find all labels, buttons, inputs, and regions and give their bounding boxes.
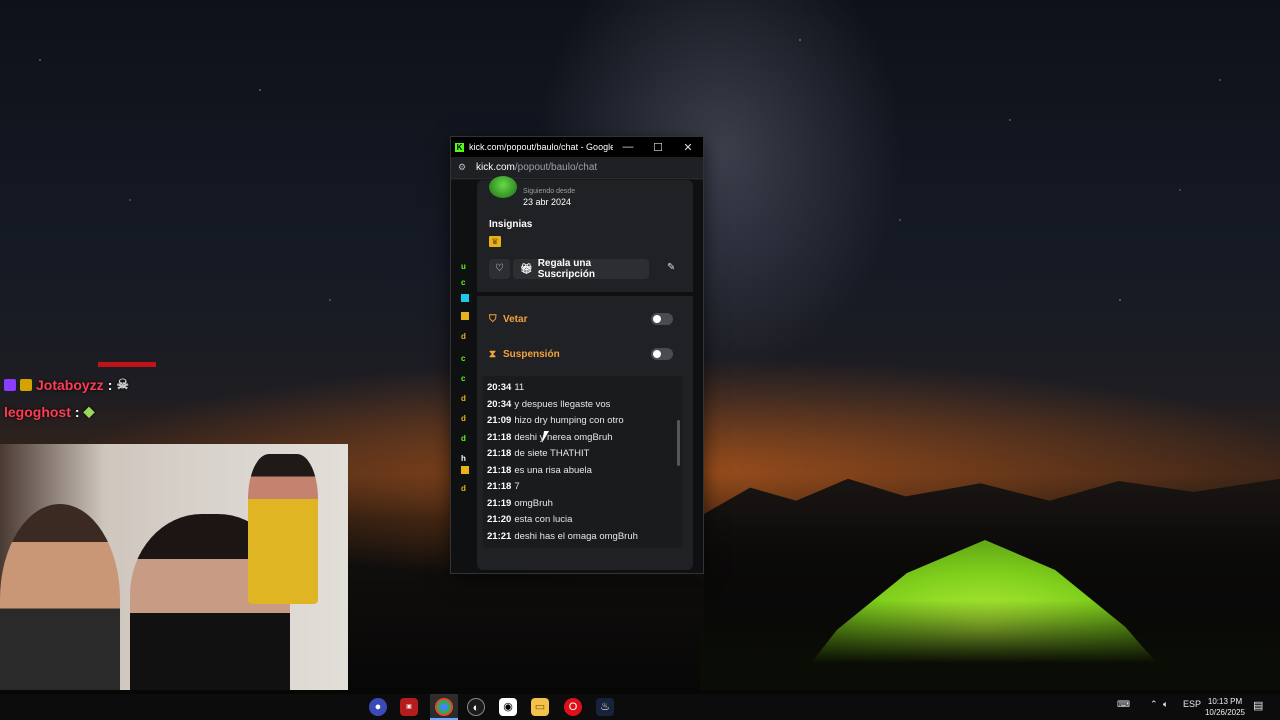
list-item: 21:18 de siete THATHIT [487,448,590,459]
chrome-icon[interactable] [435,698,453,716]
following-since-label: Siguiendo desde [523,188,576,195]
clock-date: 10/26/2025 [1204,708,1246,717]
background-chat-strip: u c d c c d d d h d [459,180,477,573]
badges-heading: Insignias [489,219,533,230]
keyboard-icon[interactable]: ⌨ [1117,699,1130,710]
crown-badge-icon: ♛ [489,236,501,247]
timeout-row: ⧗ Suspensión [489,341,679,367]
obs-icon[interactable]: ● [369,698,387,716]
follow-heart-button[interactable]: ♡ [489,259,510,279]
scrollbar[interactable] [677,420,680,466]
pin-icon[interactable]: ✎ [667,262,675,273]
user-message-history[interactable]: 20:34 11 20:34 y despues llegaste vos 21:0… [483,376,683,548]
hourglass-icon: ⧗ [489,348,497,360]
list-item: 21:20 esta con lucia [487,514,573,525]
user-info-card: Siguiendo desde 23 abr 2024 Insignias ♛ … [477,176,693,570]
window-title: kick.com/popout/baulo/chat - Google... [469,142,613,152]
skull-emote-icon: ☠ [116,376,129,392]
list-item: 21:21 deshi has el omaga omgBruh [487,531,638,542]
folder-icon[interactable]: ▭ [531,698,549,716]
gift-subscription-button[interactable]: 🎁︎ Regala una Suscripción [513,258,649,280]
notification-icon[interactable]: ▤ [1253,699,1263,712]
clock-time: 10:13 PM [1207,697,1243,706]
heart-icon: ♡ [495,263,504,274]
list-item: 21:19 omgBruh [487,498,553,509]
list-item: 21:09 hizo dry humping con otro [487,415,624,426]
list-item: 20:34 11 [487,382,525,393]
system-clock[interactable]: 10:13 PM 10/26/2025 [1198,696,1252,718]
overlay-chat-line: legoghost : ◆ [4,403,94,420]
ban-toggle[interactable] [651,313,673,325]
minimize-button[interactable]: — [613,141,643,153]
following-since-date: 23 abr 2024 [523,197,572,207]
timeout-toggle[interactable] [651,348,673,360]
overlay-colon: : [107,376,113,393]
emote-icon: ◆ [83,403,95,419]
page-content: u c d c c d d d h d Siguiendo desde 23 a… [451,176,703,573]
list-item: 21:18 es una risa abuela [487,465,592,476]
url-host: kick.com [476,162,515,173]
timeout-label: Suspensión [503,348,560,360]
overlay-username: Jotaboyzz [36,376,104,393]
address-bar[interactable]: ⚙ kick.com/popout/baulo/chat [451,157,703,179]
kick-logo-icon: K [455,142,464,152]
url-path: /popout/baulo/chat [514,162,598,173]
steam-like-icon[interactable]: ◐ [467,698,485,716]
app-icon[interactable]: ◉ [499,698,517,716]
gift-badge-icon [20,378,32,391]
overlay-chat-line: Jotaboyzz : ☠ [4,376,129,393]
list-item: 21:18 7 [487,481,520,492]
ban-label: Vetar [503,313,528,325]
badge-icon[interactable]: ▣ [400,698,418,716]
overlay-colon: : [74,403,80,420]
list-item: 20:34 y despues llegaste vos [487,399,611,410]
volume-icon[interactable]: 🔈︎ [1163,699,1168,710]
taskbar [0,694,1280,720]
list-item: 21:18 deshi y nerea omgBruh [487,432,613,443]
gift-icon: 🎁︎ [520,263,533,275]
webcam-feed [0,444,348,690]
close-button[interactable]: ✕ [673,141,703,154]
ban-row: ⛉ Vetar [489,306,679,332]
maximize-button[interactable]: ☐ [643,141,673,154]
gift-button-label: Regala una Suscripción [537,258,595,280]
site-settings-icon[interactable]: ⚙ [458,162,468,173]
chat-popup-window: K kick.com/popout/baulo/chat - Google...… [450,136,704,574]
chevron-up-icon[interactable]: ⌃ [1150,699,1158,710]
streamer-person [0,504,120,690]
title-bar[interactable]: K kick.com/popout/baulo/chat - Google...… [451,137,703,157]
divider [477,292,693,296]
background-figure [248,454,318,604]
shield-icon: ⛉ [489,313,497,325]
overlay-progress-bar [98,362,156,367]
overlay-username: legoghost [4,403,71,420]
opera-icon[interactable]: O [564,698,582,716]
avatar [489,176,517,198]
steam-icon[interactable]: ♨ [596,698,614,716]
foreground-grass [700,600,1280,690]
sub-badge-icon [4,378,16,391]
